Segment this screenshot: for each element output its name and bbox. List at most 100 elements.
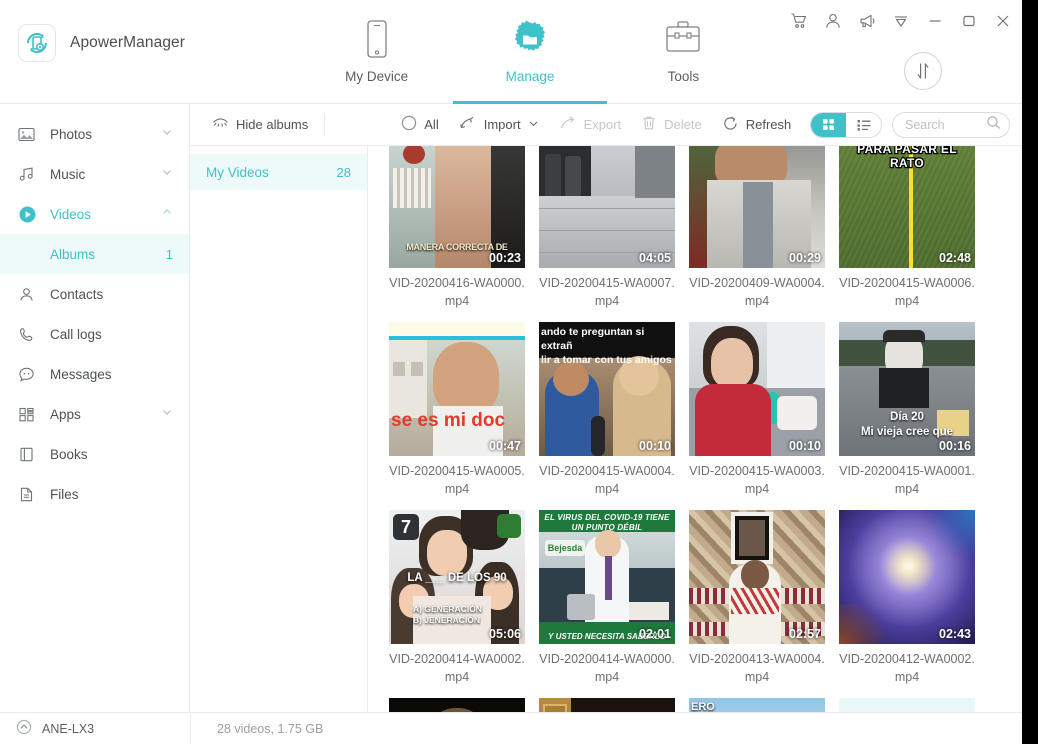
video-thumbnail[interactable]: 7 LA ___ DE LOS 90 A) GENERACIÓN B) JENER… [389, 510, 525, 644]
album-row-my-videos[interactable]: My Videos 28 [190, 154, 367, 190]
video-thumbnail[interactable] [839, 698, 975, 712]
video-thumbnail[interactable]: 00:10 [689, 322, 825, 456]
thumbnail-overlay-text: PARA PASAR EL RATO [856, 146, 958, 171]
sidebar-item-label: Contacts [50, 286, 104, 302]
video-thumbnail[interactable]: 02:43 [839, 510, 975, 644]
nav-tab-tools[interactable]: Tools [607, 0, 760, 104]
video-thumbnail[interactable]: 02:57 [689, 510, 825, 644]
video-item[interactable]: 00:29 VID-20200409-WA0004.mp4 [682, 146, 832, 310]
sidebar-item-photos[interactable]: Photos [0, 114, 189, 154]
video-item[interactable] [382, 686, 532, 712]
video-grid: MANERA CORRECTA DE 00:23 VID-20200416-WA… [368, 146, 1022, 712]
video-item[interactable] [532, 686, 682, 712]
account-icon[interactable] [822, 10, 844, 32]
video-item[interactable]: 02:57 VID-20200413-WA0004.mp4 [682, 498, 832, 686]
hide-albums-button[interactable]: Hide albums [202, 104, 318, 146]
cart-icon[interactable] [788, 10, 810, 32]
sidebar-item-albums[interactable]: Albums 1 [0, 234, 189, 274]
video-play-icon [18, 205, 42, 224]
video-item[interactable]: 7 LA ___ DE LOS 90 A) GENERACIÓN B) JENER… [382, 498, 532, 686]
video-thumbnail[interactable]: Día 20 Mi vieja cree que 00:16 [839, 322, 975, 456]
title-bar: ApowerManager My Device Manage Tools [0, 0, 1022, 104]
nav-tab-label: Tools [667, 69, 700, 84]
list-view-icon[interactable] [846, 112, 881, 137]
main-nav: My Device Manage Tools [300, 0, 760, 104]
thumbnail-art: 7 LA ___ DE LOS 90 A) GENERACIÓN B) JENER… [389, 510, 525, 644]
nav-tab-label: Manage [505, 69, 555, 84]
search-box[interactable] [892, 111, 1010, 138]
search-icon[interactable] [986, 115, 1001, 135]
export-button[interactable]: Export [549, 104, 632, 146]
refresh-button[interactable]: Refresh [712, 104, 802, 146]
video-item[interactable]: ERO [682, 686, 832, 712]
video-duration: 02:57 [789, 627, 821, 641]
chevron-down-icon [161, 405, 173, 423]
close-icon[interactable] [992, 10, 1014, 32]
circle-checkbox-icon [401, 115, 417, 134]
contact-icon [18, 286, 42, 303]
video-item[interactable]: MANERA CORRECTA DE 00:23 VID-20200416-WA… [382, 146, 532, 310]
sidebar-item-apps[interactable]: Apps [0, 394, 189, 434]
thumbnail-art: PARA PASAR EL RATO [839, 146, 975, 268]
video-item[interactable] [832, 686, 982, 712]
sidebar-item-contacts[interactable]: Contacts [0, 274, 189, 314]
video-item[interactable]: se es mi doc 00:47 VID-20200415-WA0005.m… [382, 310, 532, 498]
view-toggle [810, 111, 882, 138]
video-name: VID-20200415-WA0004.mp4 [539, 464, 675, 496]
video-item[interactable]: Bejesda EL VIRUS DEL COVID-19 TIENE UN PU… [532, 498, 682, 686]
video-thumbnail[interactable]: PARA PASAR EL RATO 02:48 [839, 146, 975, 268]
video-duration: 00:47 [489, 439, 521, 453]
video-thumbnail[interactable]: ando te preguntan si extrañ lir a tomar c… [539, 322, 675, 456]
video-duration: 00:10 [789, 439, 821, 453]
music-icon [18, 166, 42, 183]
select-all-button[interactable]: All [391, 104, 448, 146]
sidebar-item-label: Videos [50, 206, 92, 222]
gear-folder-icon [508, 17, 552, 63]
import-button[interactable]: Import [449, 104, 549, 146]
refresh-icon [722, 115, 739, 135]
sidebar-item-messages[interactable]: Messages [0, 354, 189, 394]
video-thumbnail[interactable]: se es mi doc 00:47 [389, 322, 525, 456]
transfer-arrows-icon[interactable] [904, 52, 942, 90]
dropdown-icon[interactable] [890, 10, 912, 32]
video-thumbnail[interactable]: MANERA CORRECTA DE 00:23 [389, 146, 525, 268]
grid-view-icon[interactable] [811, 112, 846, 137]
video-grid-pane[interactable]: MANERA CORRECTA DE 00:23 VID-20200416-WA… [368, 146, 1022, 712]
search-input[interactable] [905, 117, 986, 132]
video-duration: 00:16 [939, 439, 971, 453]
sidebar-item-files[interactable]: Files [0, 474, 189, 514]
video-item[interactable]: ando te preguntan si extrañ lir a tomar c… [532, 310, 682, 498]
video-thumbnail[interactable] [539, 698, 675, 712]
video-name: VID-20200415-WA0006.mp4 [839, 276, 975, 308]
sidebar-item-videos[interactable]: Videos [0, 194, 189, 234]
file-icon [18, 486, 42, 503]
sidebar-item-music[interactable]: Music [0, 154, 189, 194]
nav-tab-my-device[interactable]: My Device [300, 0, 453, 104]
video-item[interactable]: 04:05 VID-20200415-WA0007.mp4 [532, 146, 682, 310]
video-name: VID-20200415-WA0007.mp4 [539, 276, 675, 308]
video-thumbnail[interactable]: Bejesda EL VIRUS DEL COVID-19 TIENE UN PU… [539, 510, 675, 644]
video-item[interactable]: 00:10 VID-20200415-WA0003.mp4 [682, 310, 832, 498]
window-controls [788, 10, 1014, 32]
video-thumbnail[interactable]: 00:29 [689, 146, 825, 268]
sidebar-item-books[interactable]: Books [0, 434, 189, 474]
minimize-icon[interactable] [924, 10, 946, 32]
import-arrow-icon [459, 115, 477, 134]
video-name: VID-20200416-WA0000.mp4 [389, 276, 525, 308]
video-item[interactable]: Día 20 Mi vieja cree que 00:16 VID-202004… [832, 310, 982, 498]
sidebar-item-call-logs[interactable]: Call logs [0, 314, 189, 354]
delete-button[interactable]: Delete [631, 104, 712, 146]
sidebar-item-label: Books [50, 446, 88, 462]
maximize-icon[interactable] [958, 10, 980, 32]
connected-device[interactable]: ANE-LX3 [0, 719, 190, 738]
video-item[interactable]: PARA PASAR EL RATO 02:48 VID-20200415-WA… [832, 146, 982, 310]
video-item[interactable]: 02:43 VID-20200412-WA0002.mp4 [832, 498, 982, 686]
video-thumbnail[interactable] [389, 698, 525, 712]
video-thumbnail[interactable]: ERO [689, 698, 825, 712]
video-thumbnail[interactable]: 04:05 [539, 146, 675, 268]
nav-tab-manage[interactable]: Manage [453, 0, 607, 104]
toolbox-icon [662, 17, 704, 63]
megaphone-icon[interactable] [856, 10, 878, 32]
thumbnail-art: MANERA CORRECTA DE [389, 146, 525, 268]
sidebar-item-label: Call logs [50, 326, 102, 342]
